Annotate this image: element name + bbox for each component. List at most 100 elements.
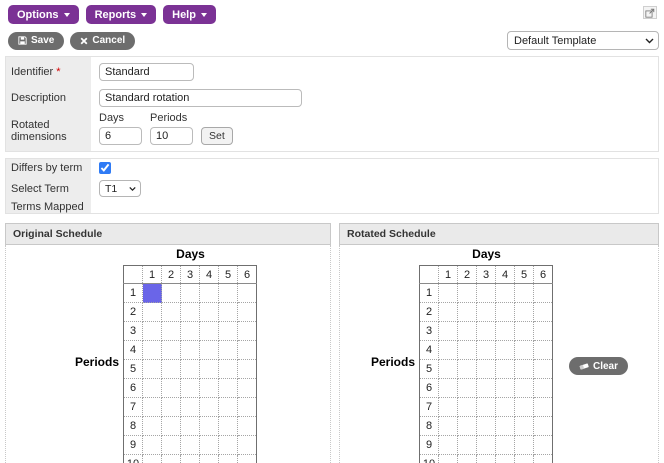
help-menu-button[interactable]: Help [163, 5, 216, 24]
schedule-cell[interactable] [476, 416, 496, 436]
schedule-cell[interactable] [514, 321, 534, 341]
schedule-cell[interactable] [438, 359, 458, 379]
schedule-cell[interactable] [438, 397, 458, 417]
schedule-cell[interactable] [514, 416, 534, 436]
schedule-cell[interactable] [180, 416, 200, 436]
schedule-cell[interactable] [218, 378, 238, 398]
schedule-cell[interactable] [533, 321, 553, 341]
schedule-cell[interactable] [218, 416, 238, 436]
schedule-cell[interactable] [438, 435, 458, 455]
schedule-cell[interactable] [438, 378, 458, 398]
schedule-cell[interactable] [476, 397, 496, 417]
schedule-cell[interactable] [142, 378, 162, 398]
schedule-cell[interactable] [514, 397, 534, 417]
schedule-cell[interactable] [237, 283, 257, 303]
schedule-cell[interactable] [495, 283, 515, 303]
schedule-cell[interactable] [199, 435, 219, 455]
schedule-cell[interactable] [161, 435, 181, 455]
schedule-cell[interactable] [180, 283, 200, 303]
schedule-cell[interactable] [476, 321, 496, 341]
schedule-cell[interactable] [161, 454, 181, 463]
schedule-cell[interactable] [476, 435, 496, 455]
periods-input[interactable] [150, 127, 193, 145]
reports-menu-button[interactable]: Reports [85, 5, 157, 24]
schedule-cell[interactable] [218, 283, 238, 303]
schedule-cell[interactable] [218, 435, 238, 455]
schedule-cell[interactable] [161, 302, 181, 322]
schedule-cell[interactable] [180, 321, 200, 341]
schedule-cell[interactable] [495, 435, 515, 455]
schedule-cell[interactable] [514, 283, 534, 303]
schedule-cell[interactable] [142, 321, 162, 341]
schedule-cell[interactable] [533, 302, 553, 322]
template-select[interactable]: Default Template [507, 31, 659, 50]
days-input[interactable] [99, 127, 142, 145]
clear-button[interactable]: Clear [569, 357, 629, 375]
term-select[interactable]: T1 [99, 180, 141, 197]
schedule-cell[interactable] [476, 454, 496, 463]
schedule-cell[interactable] [457, 359, 477, 379]
schedule-cell[interactable] [495, 321, 515, 341]
schedule-cell[interactable] [142, 340, 162, 360]
schedule-cell[interactable] [180, 397, 200, 417]
schedule-cell[interactable] [438, 454, 458, 463]
schedule-cell[interactable] [161, 359, 181, 379]
schedule-cell[interactable] [237, 435, 257, 455]
schedule-cell[interactable] [161, 378, 181, 398]
schedule-cell[interactable] [218, 340, 238, 360]
schedule-cell[interactable] [180, 302, 200, 322]
schedule-cell[interactable] [495, 340, 515, 360]
schedule-cell[interactable] [495, 416, 515, 436]
schedule-cell[interactable] [199, 302, 219, 322]
schedule-cell[interactable] [438, 340, 458, 360]
schedule-cell[interactable] [533, 435, 553, 455]
schedule-cell[interactable] [142, 416, 162, 436]
open-new-window-button[interactable] [643, 6, 657, 19]
schedule-cell[interactable] [237, 397, 257, 417]
schedule-cell[interactable] [161, 283, 181, 303]
schedule-cell[interactable] [180, 378, 200, 398]
schedule-cell[interactable] [533, 359, 553, 379]
schedule-cell[interactable] [199, 283, 219, 303]
schedule-cell[interactable] [476, 340, 496, 360]
schedule-cell[interactable] [142, 283, 162, 303]
schedule-cell[interactable] [533, 378, 553, 398]
schedule-cell[interactable] [533, 397, 553, 417]
schedule-cell[interactable] [533, 283, 553, 303]
schedule-cell[interactable] [218, 302, 238, 322]
schedule-cell[interactable] [218, 397, 238, 417]
schedule-cell[interactable] [161, 340, 181, 360]
schedule-cell[interactable] [457, 283, 477, 303]
schedule-cell[interactable] [237, 359, 257, 379]
identifier-input[interactable] [99, 62, 194, 81]
schedule-cell[interactable] [476, 283, 496, 303]
schedule-cell[interactable] [237, 378, 257, 398]
schedule-cell[interactable] [457, 416, 477, 436]
schedule-cell[interactable] [438, 416, 458, 436]
schedule-cell[interactable] [514, 359, 534, 379]
description-input[interactable] [99, 89, 302, 107]
schedule-cell[interactable] [237, 340, 257, 360]
schedule-cell[interactable] [142, 359, 162, 379]
schedule-cell[interactable] [237, 416, 257, 436]
schedule-cell[interactable] [514, 435, 534, 455]
schedule-cell[interactable] [180, 435, 200, 455]
schedule-cell[interactable] [457, 435, 477, 455]
schedule-cell[interactable] [199, 321, 219, 341]
save-button[interactable]: Save [8, 31, 65, 50]
schedule-cell[interactable] [142, 454, 162, 463]
schedule-cell[interactable] [495, 378, 515, 398]
schedule-cell[interactable] [476, 302, 496, 322]
schedule-cell[interactable] [533, 416, 553, 436]
schedule-cell[interactable] [218, 454, 238, 463]
schedule-cell[interactable] [237, 321, 257, 341]
schedule-cell[interactable] [237, 302, 257, 322]
schedule-cell[interactable] [533, 340, 553, 360]
schedule-cell[interactable] [495, 397, 515, 417]
schedule-cell[interactable] [161, 321, 181, 341]
schedule-cell[interactable] [495, 302, 515, 322]
schedule-cell[interactable] [199, 397, 219, 417]
schedule-cell[interactable] [180, 340, 200, 360]
schedule-cell[interactable] [199, 416, 219, 436]
options-menu-button[interactable]: Options [8, 5, 79, 24]
